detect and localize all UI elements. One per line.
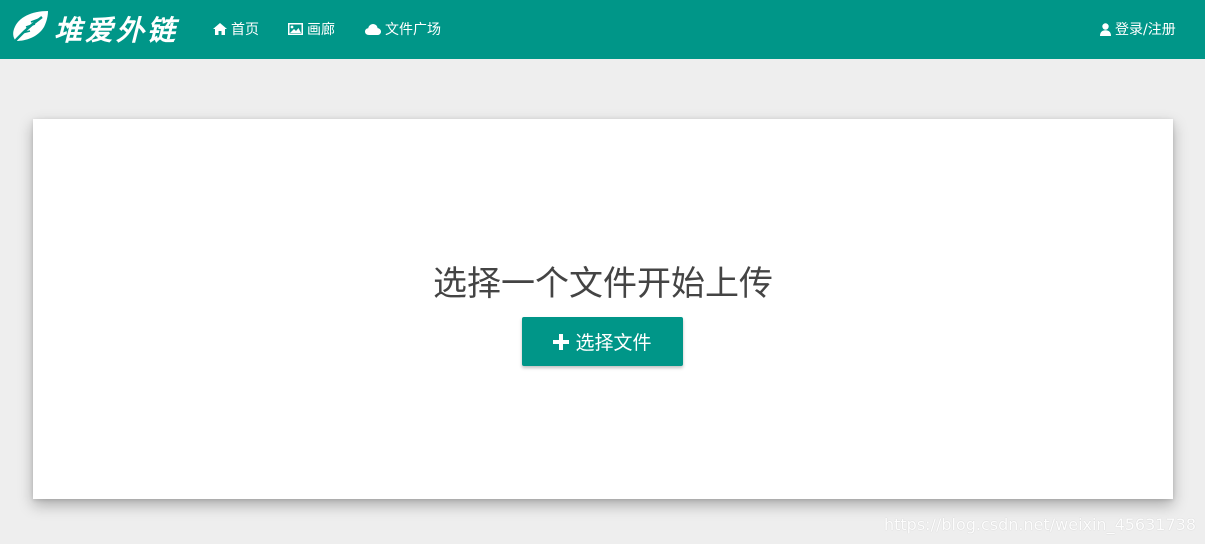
plus-icon [553, 333, 570, 350]
nav-file-plaza-label: 文件广场 [385, 22, 441, 38]
watermark-text: https://blog.csdn.net/weixin_45631738 [883, 515, 1196, 534]
site-logo[interactable]: 堆爱外链 [8, 8, 193, 50]
leaf-logo-icon [9, 11, 48, 48]
image-icon [288, 23, 303, 35]
login-register-link[interactable]: 登录/注册 [1100, 19, 1176, 39]
upload-headline: 选择一个文件开始上传 [433, 264, 773, 304]
user-icon [1100, 22, 1111, 36]
logo-text: 堆爱外链 [54, 14, 179, 47]
cloud-icon [365, 23, 381, 35]
nav-file-plaza[interactable]: 文件广场 [365, 19, 441, 39]
login-register-label: 登录/注册 [1115, 22, 1176, 38]
nav-gallery[interactable]: 画廊 [288, 19, 335, 39]
nav-home-label: 首页 [231, 22, 259, 38]
top-navbar: 堆爱外链 首页 画廊 文件广场 登录/注册 [0, 0, 1205, 59]
nav-home[interactable]: 首页 [213, 19, 259, 39]
nav-gallery-label: 画廊 [307, 22, 335, 38]
home-icon [213, 23, 227, 35]
choose-file-button[interactable]: 选择文件 [522, 317, 683, 366]
upload-card: 选择一个文件开始上传 选择文件 [33, 119, 1173, 499]
choose-file-label: 选择文件 [575, 332, 652, 354]
